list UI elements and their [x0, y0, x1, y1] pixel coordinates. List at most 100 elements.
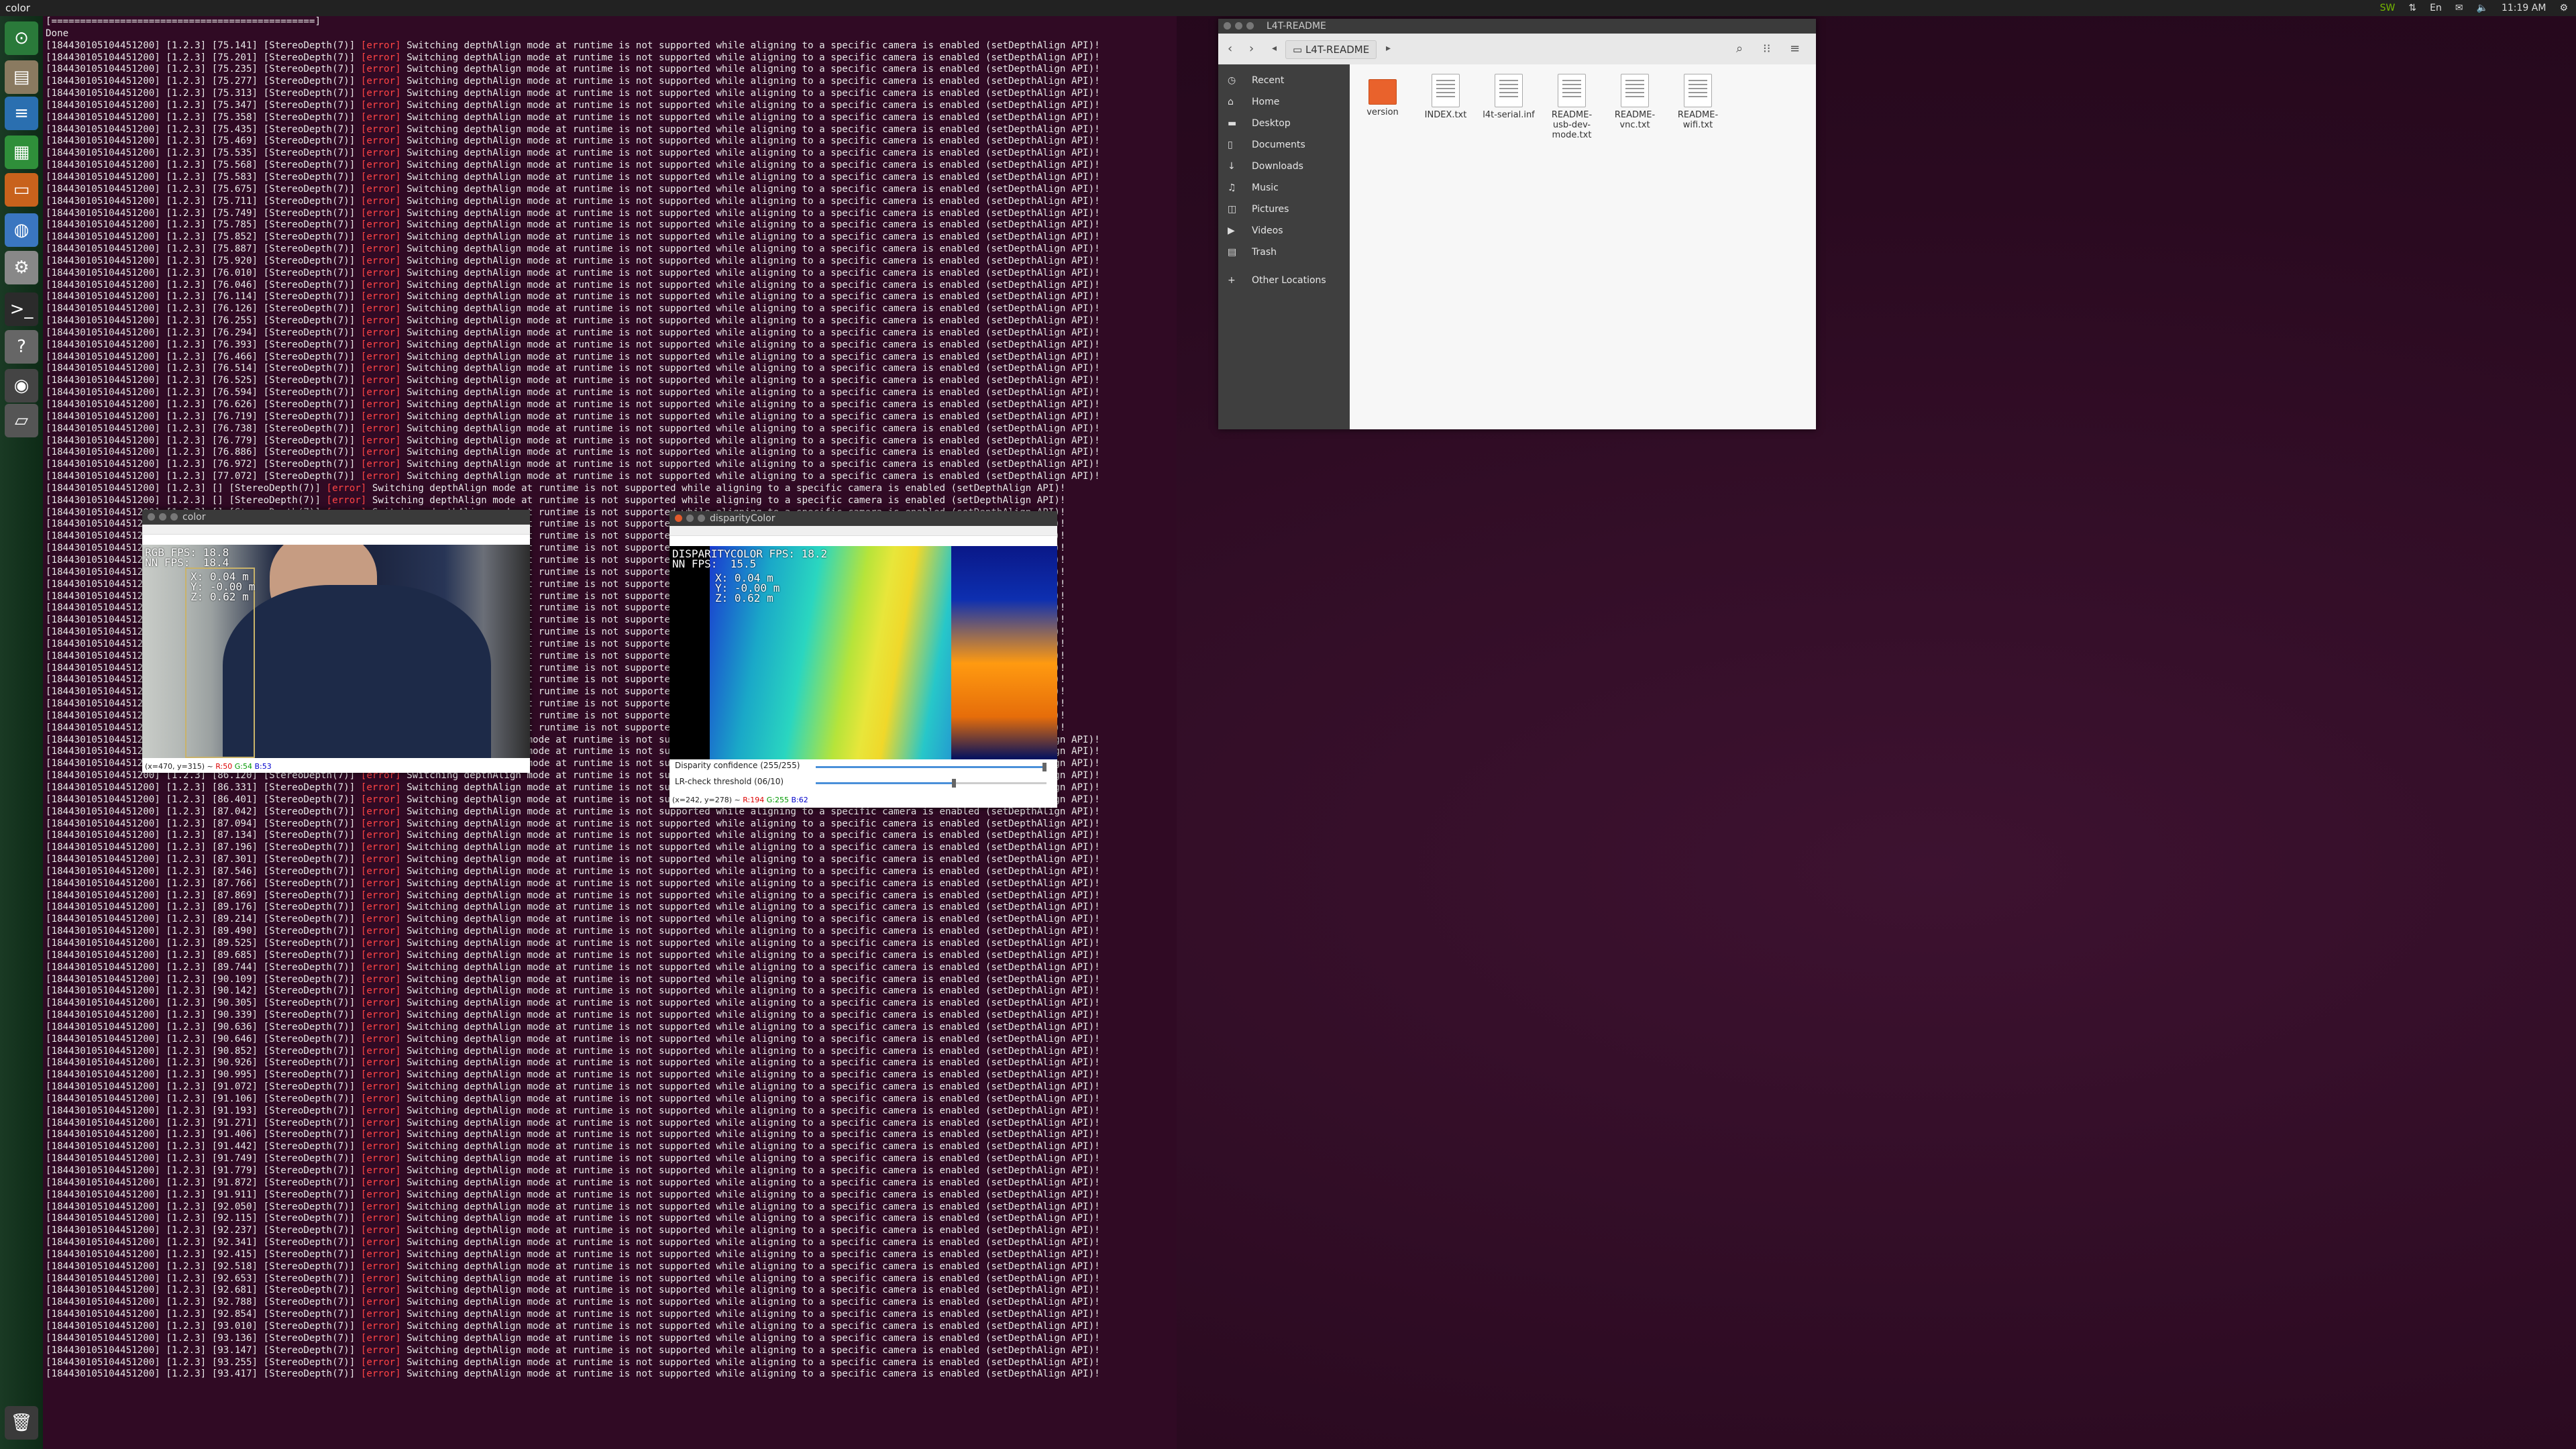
- log-message: Switching depthAlign mode at runtime is …: [400, 99, 1100, 111]
- log-level: [error]: [360, 1069, 401, 1081]
- log-level: [error]: [360, 877, 401, 889]
- close-icon[interactable]: [675, 515, 682, 522]
- sidebar-item-documents[interactable]: ▯ Documents: [1218, 134, 1350, 156]
- disparity-status-bar: (x=242, y=278) ~ R:194 G:255 B:62: [672, 796, 808, 804]
- log-prefix: [184430105104451200] [1.2.3] [87.196] [S…: [46, 842, 361, 853]
- terminal-log-line: [184430105104451200] [1.2.3] [92.681] [S…: [43, 1285, 1177, 1297]
- impress-icon[interactable]: ▭: [5, 173, 38, 207]
- writer-icon[interactable]: ≡: [5, 97, 38, 130]
- maximize-icon[interactable]: [1246, 22, 1254, 30]
- confidence-slider[interactable]: Disparity confidence (255/255): [675, 761, 1051, 774]
- log-level: [error]: [360, 794, 401, 805]
- terminal-log-line: [184430105104451200] [1.2.3] [90.109] [S…: [43, 974, 1177, 986]
- file-item[interactable]: INDEX.txt: [1417, 74, 1474, 120]
- confidence-slider-knob[interactable]: [1042, 763, 1046, 771]
- file-item[interactable]: README-vnc.txt: [1606, 74, 1664, 130]
- color-window[interactable]: color RGB FPS: 18.8 NN FPS: 18.4 X: 0.04…: [142, 510, 530, 773]
- lr-check-slider-track[interactable]: [816, 779, 1046, 788]
- terminal-log-line: [184430105104451200] [1.2.3] [76.779] [S…: [43, 435, 1177, 447]
- log-message: Switching depthAlign mode at runtime is …: [400, 411, 1100, 422]
- files-window[interactable]: L4T-README ‹ › ◂ ▭ L4T-README ▸ ⌕ ⁝⁝ ≡ ◷…: [1218, 19, 1816, 429]
- terminal-icon[interactable]: >_: [5, 292, 38, 326]
- sidebar-item-recent[interactable]: ◷ Recent: [1218, 70, 1350, 91]
- minimize-icon[interactable]: [686, 515, 694, 522]
- color-titlebar[interactable]: color: [142, 510, 530, 525]
- camera-icon[interactable]: ◉: [5, 369, 38, 402]
- log-level: [error]: [360, 961, 401, 973]
- log-message: Switching depthAlign mode at runtime is …: [400, 949, 1100, 961]
- lr-check-slider[interactable]: LR-check threshold (06/10): [675, 777, 1051, 790]
- sidebar-item-downloads[interactable]: ↓ Downloads: [1218, 156, 1350, 177]
- files-sidebar: ◷ Recent ⌂ Home ▬ Desktop ▯ Documents ↓ Downloads…: [1218, 64, 1350, 429]
- maximize-icon[interactable]: [170, 513, 178, 521]
- terminal-log-line: [184430105104451200] [1.2.3] [75.235] [S…: [43, 64, 1177, 76]
- back-arrow-icon[interactable]: ‹: [1228, 42, 1232, 56]
- sidebar-item-music[interactable]: ♫ Music: [1218, 177, 1350, 199]
- files-icon[interactable]: ▤: [5, 60, 38, 94]
- calc-icon[interactable]: ▦: [5, 136, 38, 169]
- log-level: [error]: [360, 1141, 401, 1152]
- network-icon[interactable]: ⇅: [2408, 0, 2416, 16]
- maximize-icon[interactable]: [698, 515, 705, 522]
- power-gear-icon[interactable]: ⚙: [2559, 0, 2568, 16]
- mail-icon[interactable]: ✉: [2455, 0, 2463, 16]
- log-level: [error]: [326, 482, 367, 494]
- log-level: [error]: [360, 339, 401, 350]
- log-level: [error]: [360, 1081, 401, 1093]
- confidence-slider-track[interactable]: [816, 763, 1046, 771]
- file-item[interactable]: README-wifi.txt: [1669, 74, 1727, 130]
- close-icon[interactable]: [148, 513, 155, 521]
- minimize-icon[interactable]: [1235, 22, 1242, 30]
- system-tray: SW ⇅ En ✉ 🔈 11:19 AM ⚙: [2380, 0, 2568, 16]
- folder-item[interactable]: version: [1354, 74, 1411, 117]
- lr-check-slider-knob[interactable]: [952, 779, 957, 788]
- log-prefix: [184430105104451200] [1.2.3] [76.010] [S…: [46, 267, 361, 278]
- confidence-slider-fill: [816, 766, 1046, 768]
- settings-icon[interactable]: ⚙: [5, 251, 38, 284]
- disparity-titlebar[interactable]: disparityColor: [669, 511, 1057, 526]
- terminal-log-line: [184430105104451200] [1.2.3] [75.313] [S…: [43, 88, 1177, 100]
- view-options-icon[interactable]: ⁝⁝: [1763, 42, 1770, 56]
- file-item[interactable]: l4t-serial.inf: [1480, 74, 1538, 120]
- sidebar-item-trash[interactable]: ▤ Trash: [1218, 241, 1350, 263]
- folder-icon: [1368, 79, 1397, 105]
- minimize-icon[interactable]: [159, 513, 166, 521]
- clock[interactable]: 11:19 AM: [2502, 0, 2546, 16]
- path-right-arrow-icon[interactable]: ▸: [1386, 43, 1391, 54]
- menu-icon[interactable]: ≡: [1790, 42, 1800, 56]
- terminal-log-line: [184430105104451200] [1.2.3] [75.201] [S…: [43, 52, 1177, 64]
- help-icon[interactable]: ?: [5, 330, 38, 364]
- log-prefix: [184430105104451200] [1.2.3] [76.525] [S…: [46, 375, 361, 386]
- sidebar-item-other-locations[interactable]: + Other Locations: [1218, 270, 1350, 291]
- sidebar-item-videos[interactable]: ▶ Videos: [1218, 220, 1350, 241]
- log-prefix: [184430105104451200] [1.2.3] [87.134] [S…: [46, 830, 361, 841]
- trash-icon[interactable]: 🗑: [5, 1406, 38, 1440]
- terminal-log-line: [184430105104451200] [1.2.3] [92.518] [S…: [43, 1261, 1177, 1273]
- sidebar-item-home[interactable]: ⌂ Home: [1218, 91, 1350, 113]
- path-left-arrow-icon[interactable]: ◂: [1272, 43, 1277, 54]
- log-level: [error]: [360, 1021, 401, 1032]
- drive-icon[interactable]: ▱: [5, 404, 38, 437]
- log-message: Switching depthAlign mode at runtime is …: [400, 423, 1100, 434]
- dash-icon[interactable]: ⊙: [5, 21, 38, 55]
- terminal-log-line: [184430105104451200] [1.2.3] [91.406] [S…: [43, 1129, 1177, 1141]
- sidebar-item-desktop[interactable]: ▬ Desktop: [1218, 113, 1350, 134]
- disparity-window[interactable]: disparityColor DISPARITYCOLOR FPS: 18.2 …: [669, 511, 1057, 808]
- file-item[interactable]: README-usb-dev-mode.txt: [1543, 74, 1601, 140]
- software-icon[interactable]: ◍: [5, 213, 38, 247]
- files-titlebar[interactable]: L4T-README: [1218, 19, 1816, 34]
- close-icon[interactable]: [1224, 22, 1231, 30]
- log-message: Switching depthAlign mode at runtime is …: [400, 64, 1100, 75]
- search-icon[interactable]: ⌕: [1736, 42, 1743, 56]
- log-level: [error]: [360, 255, 401, 266]
- path-button[interactable]: ▭ L4T-README: [1285, 40, 1377, 59]
- terminal-log-line: [184430105104451200] [1.2.3] [87.869] [S…: [43, 890, 1177, 902]
- log-prefix: [184430105104451200] [1.2.3] [86.401] [S…: [46, 794, 361, 805]
- log-level: [error]: [360, 136, 401, 147]
- volume-icon[interactable]: 🔈: [2477, 0, 2488, 16]
- sidebar-item-pictures[interactable]: ◫ Pictures: [1218, 199, 1350, 220]
- nvidia-icon[interactable]: SW: [2380, 0, 2396, 16]
- forward-arrow-icon[interactable]: ›: [1249, 42, 1254, 56]
- keyboard-layout[interactable]: En: [2430, 0, 2442, 16]
- log-level: [error]: [360, 973, 401, 985]
